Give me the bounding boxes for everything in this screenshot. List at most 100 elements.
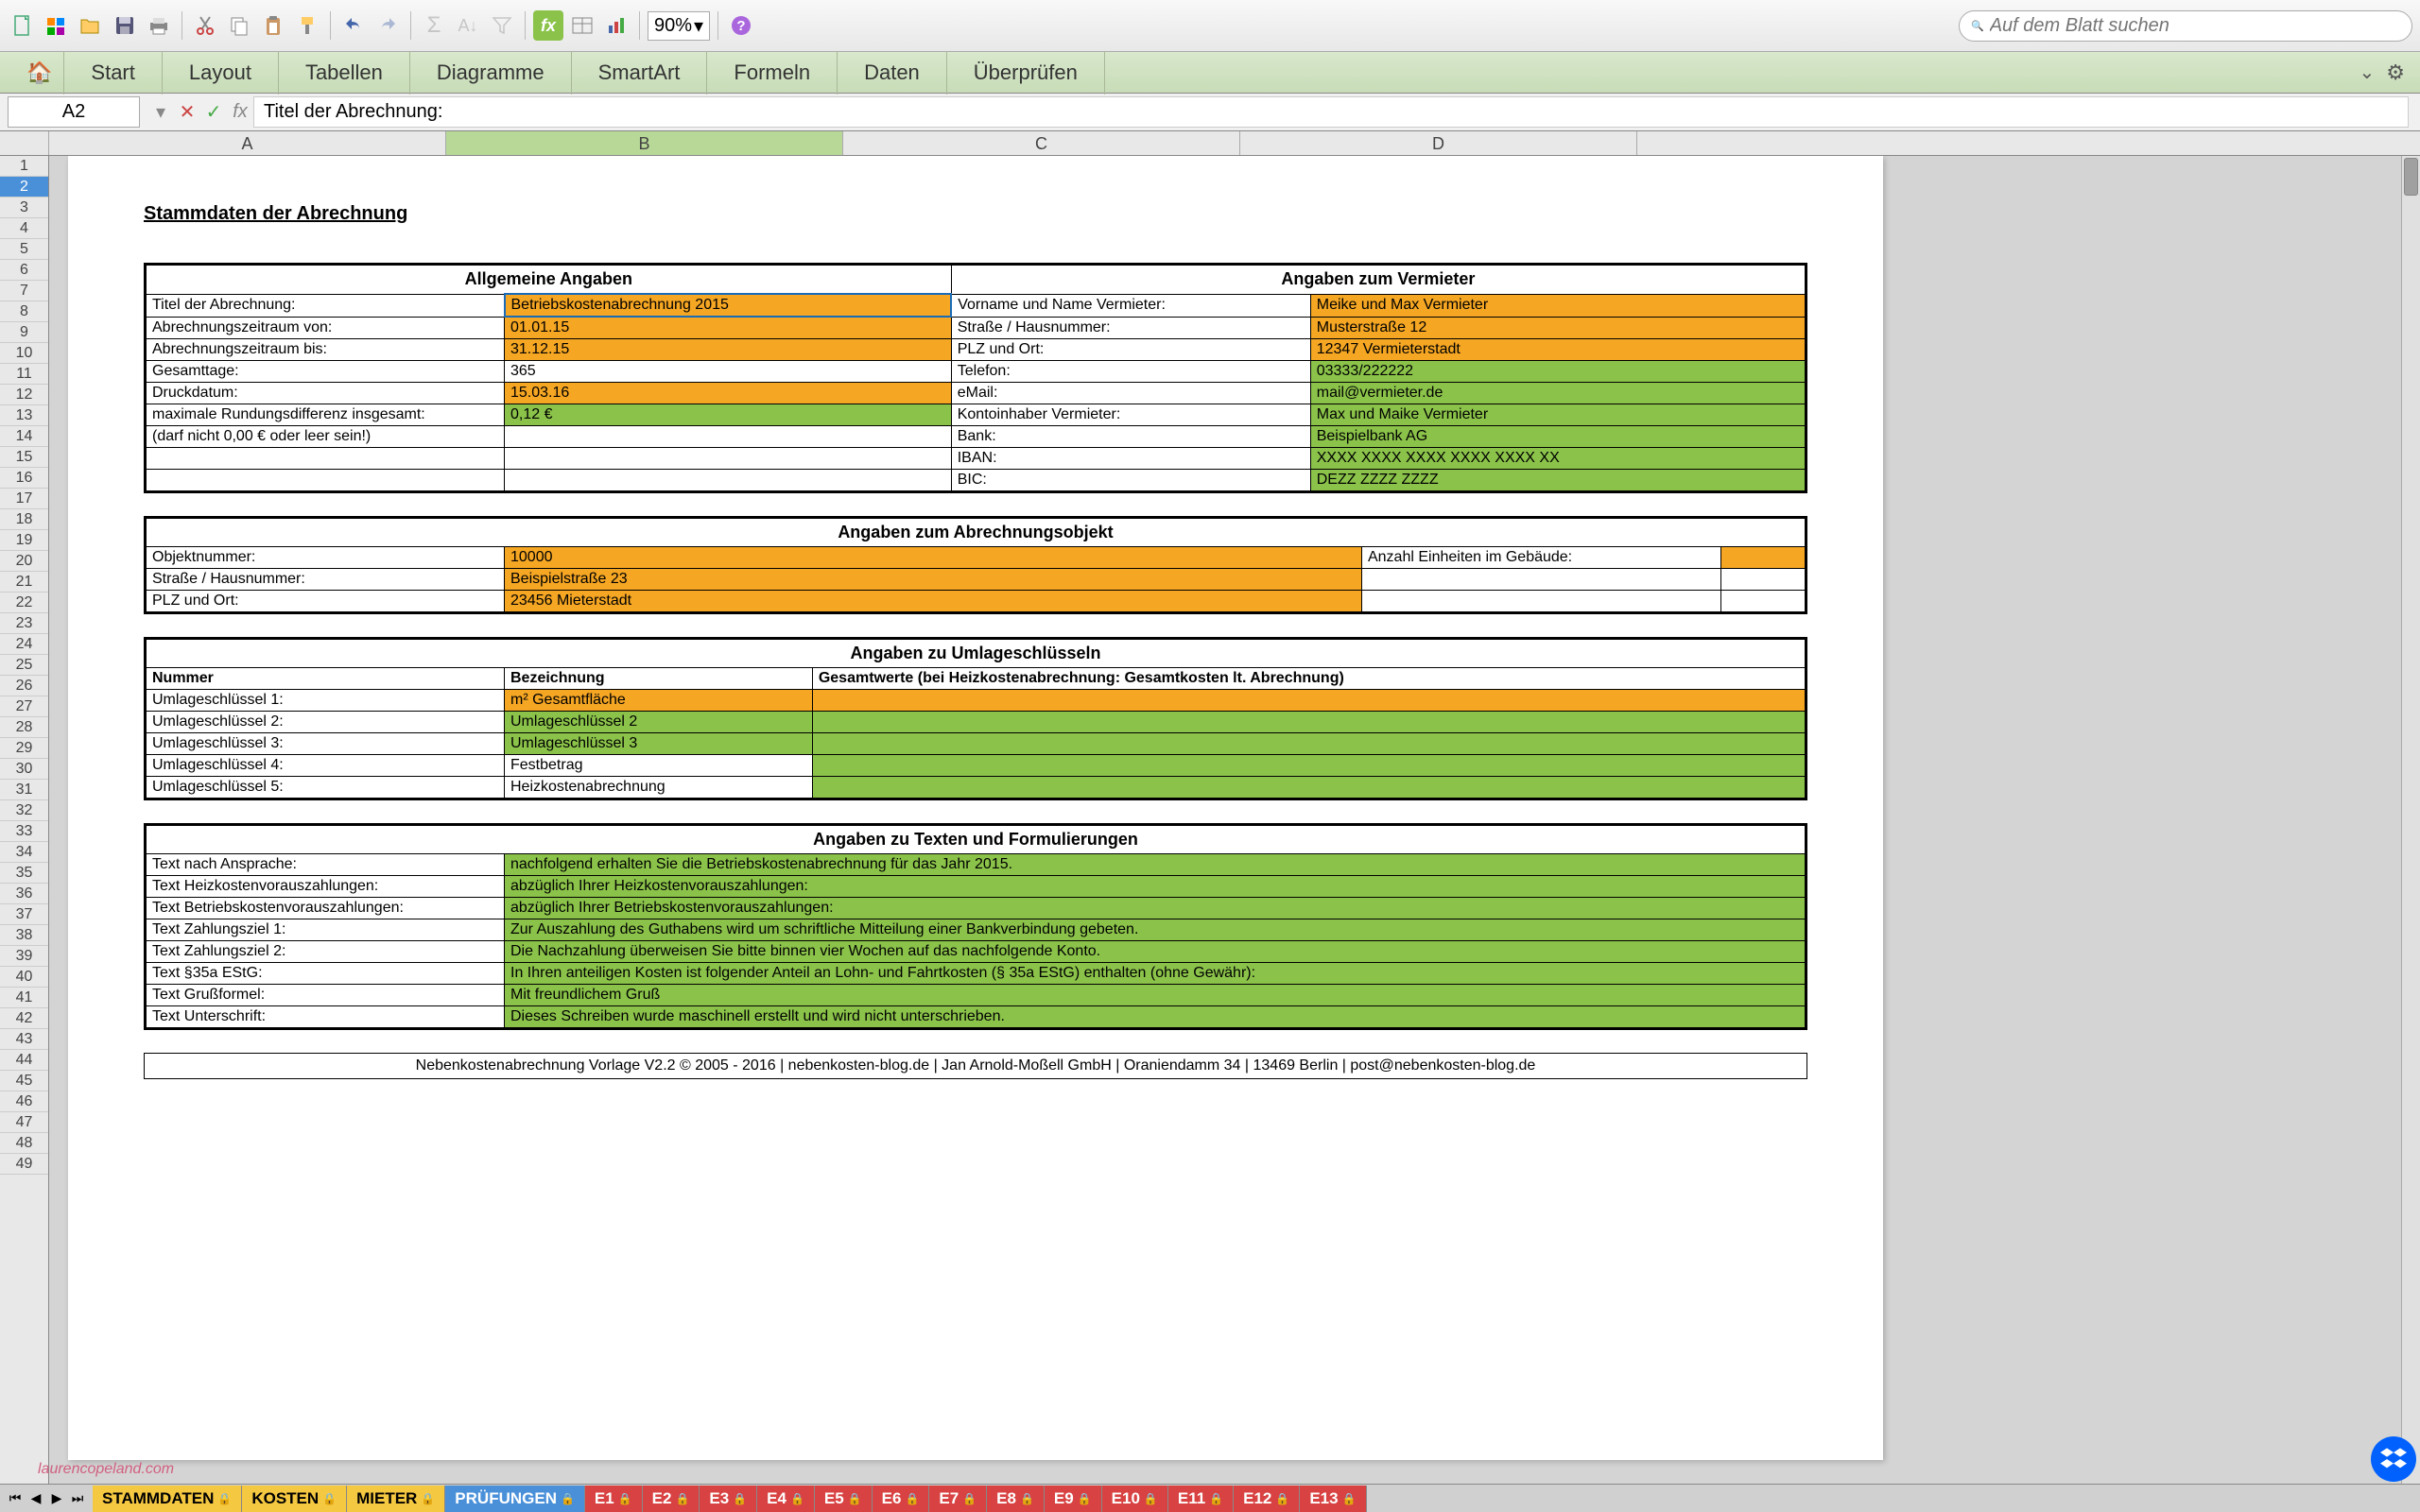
cell-label[interactable]: Text §35a EStG:	[146, 963, 505, 985]
row-header[interactable]: 2	[0, 177, 48, 198]
row-header[interactable]: 35	[0, 863, 48, 884]
cell-value[interactable]: Heizkostenabrechnung	[505, 777, 813, 799]
tab-next-icon[interactable]: ▶	[47, 1489, 66, 1508]
col-header-d[interactable]: D	[1240, 131, 1637, 155]
row-header[interactable]: 31	[0, 780, 48, 800]
cell-label[interactable]: PLZ und Ort:	[146, 591, 505, 613]
row-header[interactable]: 44	[0, 1050, 48, 1071]
cell-label[interactable]: (darf nicht 0,00 € oder leer sein!)	[146, 426, 505, 448]
row-header[interactable]: 14	[0, 426, 48, 447]
cell-label[interactable]: maximale Rundungsdifferenz insgesamt:	[146, 404, 505, 426]
cell-label[interactable]: Kontoinhaber Vermieter:	[951, 404, 1310, 426]
ribbon-tab-start[interactable]: Start	[64, 51, 162, 94]
cell-label[interactable]: Abrechnungszeitraum bis:	[146, 339, 505, 361]
cell-value[interactable]: 31.12.15	[505, 339, 952, 361]
row-header[interactable]: 32	[0, 800, 48, 821]
row-header[interactable]: 18	[0, 509, 48, 530]
redo-icon[interactable]	[372, 10, 403, 41]
row-header[interactable]: 5	[0, 239, 48, 260]
open-icon[interactable]	[76, 10, 106, 41]
cell-value[interactable]	[812, 712, 1806, 733]
row-header[interactable]: 25	[0, 655, 48, 676]
cell-label[interactable]: Text Betriebskostenvorauszahlungen:	[146, 898, 505, 919]
col-header-c[interactable]: C	[843, 131, 1240, 155]
cell-value[interactable]: 0,12 €	[505, 404, 952, 426]
cell-label[interactable]	[1361, 591, 1720, 613]
cell-label[interactable]: Druckdatum:	[146, 383, 505, 404]
sheet-tab[interactable]: E12🔒	[1234, 1486, 1300, 1512]
tab-first-icon[interactable]: ⏮	[6, 1489, 25, 1508]
cell-value[interactable]: 10000	[505, 547, 1362, 569]
row-header[interactable]: 24	[0, 634, 48, 655]
undo-icon[interactable]	[338, 10, 369, 41]
sheet-tab[interactable]: E2🔒	[643, 1486, 700, 1512]
sheet-tab[interactable]: E5🔒	[815, 1486, 873, 1512]
sort-icon[interactable]: A↓	[453, 10, 483, 41]
cell-label[interactable]: Telefon:	[951, 361, 1310, 383]
cell-label[interactable]: Abrechnungszeitraum von:	[146, 317, 505, 339]
cell-value[interactable]: 15.03.16	[505, 383, 952, 404]
cancel-icon[interactable]: ✕	[174, 99, 200, 126]
cell-label[interactable]: Umlageschlüssel 4:	[146, 755, 505, 777]
gear-icon[interactable]: ⚙	[2386, 60, 2405, 85]
search-box[interactable]: 🔍	[1959, 10, 2412, 42]
cell-value[interactable]: abzüglich Ihrer Betriebskostenvorauszahl…	[505, 898, 1806, 919]
cell-label[interactable]: Umlageschlüssel 3:	[146, 733, 505, 755]
row-header[interactable]: 34	[0, 842, 48, 863]
sheet-tab[interactable]: KOSTEN🔒	[242, 1486, 347, 1512]
row-header[interactable]: 8	[0, 301, 48, 322]
sheet-tab[interactable]: E7🔒	[929, 1486, 987, 1512]
chart-icon[interactable]	[601, 10, 631, 41]
ribbon-tab-smartart[interactable]: SmartArt	[572, 51, 708, 94]
cell-label[interactable]: Straße / Hausnummer:	[951, 317, 1310, 339]
row-header[interactable]: 45	[0, 1071, 48, 1091]
format-painter-icon[interactable]	[292, 10, 322, 41]
ribbon-tab-diagramme[interactable]: Diagramme	[410, 51, 572, 94]
row-header[interactable]: 28	[0, 717, 48, 738]
row-header[interactable]: 41	[0, 988, 48, 1008]
row-header[interactable]: 23	[0, 613, 48, 634]
cell-value[interactable]: Beispielstraße 23	[505, 569, 1362, 591]
row-header[interactable]: 10	[0, 343, 48, 364]
row-header[interactable]: 36	[0, 884, 48, 904]
row-header[interactable]: 20	[0, 551, 48, 572]
cell-label[interactable]: Text Heizkostenvorauszahlungen:	[146, 876, 505, 898]
autosum-icon[interactable]: Σ	[419, 10, 449, 41]
cell-value[interactable]: 01.01.15	[505, 317, 952, 339]
filter-icon[interactable]	[487, 10, 517, 41]
cell-label[interactable]: Bank:	[951, 426, 1310, 448]
row-header[interactable]: 17	[0, 489, 48, 509]
row-header[interactable]: 7	[0, 281, 48, 301]
cell-value[interactable]	[812, 777, 1806, 799]
cell-label[interactable]: Text nach Ansprache:	[146, 854, 505, 876]
cell-value[interactable]: Umlageschlüssel 3	[505, 733, 813, 755]
cell-value[interactable]: nachfolgend erhalten Sie die Betriebskos…	[505, 854, 1806, 876]
cell-value[interactable]: Festbetrag	[505, 755, 813, 777]
cell-value[interactable]	[505, 470, 952, 492]
show-formulas-icon[interactable]	[567, 10, 597, 41]
ribbon-collapse-icon[interactable]: ⌄	[2360, 60, 2376, 84]
cell-label[interactable]: Text Zahlungsziel 2:	[146, 941, 505, 963]
cell-label[interactable]: PLZ und Ort:	[951, 339, 1310, 361]
ribbon-tab-formeln[interactable]: Formeln	[707, 51, 838, 94]
row-header[interactable]: 19	[0, 530, 48, 551]
cell-label[interactable]: Straße / Hausnummer:	[146, 569, 505, 591]
cell-value[interactable]: Mit freundlichem Gruß	[505, 985, 1806, 1006]
cell-label[interactable]: Umlageschlüssel 5:	[146, 777, 505, 799]
cell-value[interactable]: mail@vermieter.de	[1310, 383, 1806, 404]
ribbon-home-icon[interactable]: 🏠	[15, 51, 64, 94]
row-header[interactable]: 47	[0, 1112, 48, 1133]
row-header[interactable]: 9	[0, 322, 48, 343]
print-icon[interactable]	[144, 10, 174, 41]
row-header[interactable]: 39	[0, 946, 48, 967]
row-header[interactable]: 21	[0, 572, 48, 593]
tab-prev-icon[interactable]: ◀	[26, 1489, 45, 1508]
paste-icon[interactable]	[258, 10, 288, 41]
cell-value[interactable]: m² Gesamtfläche	[505, 690, 813, 712]
cell-value[interactable]: 365	[505, 361, 952, 383]
ribbon-tab-tabellen[interactable]: Tabellen	[279, 51, 410, 94]
row-header[interactable]: 43	[0, 1029, 48, 1050]
cell-value[interactable]: XXXX XXXX XXXX XXXX XXXX XX	[1310, 448, 1806, 470]
cell-value[interactable]	[1720, 591, 1806, 613]
name-box[interactable]: A2	[8, 96, 140, 128]
